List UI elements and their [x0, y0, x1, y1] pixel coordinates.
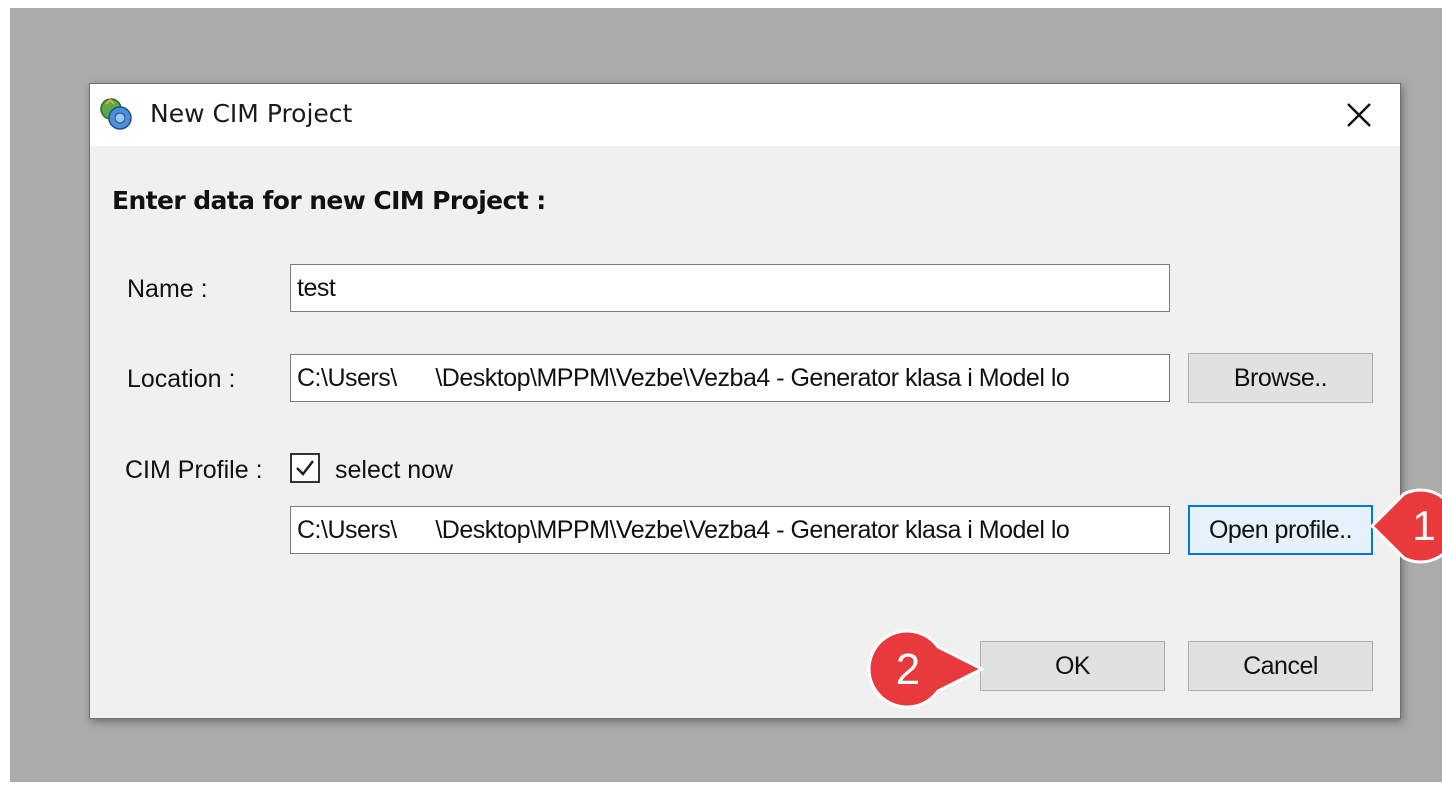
ok-button[interactable]: OK [980, 641, 1165, 691]
open-profile-button[interactable]: Open profile.. [1188, 505, 1373, 555]
close-icon [1347, 103, 1371, 127]
step-1-callout: 1 [1370, 488, 1442, 564]
cim-profile-label: CIM Profile : [125, 456, 263, 484]
title-bar: New CIM Project [90, 84, 1400, 146]
step-2-callout: 2 [867, 629, 984, 709]
browse-button[interactable]: Browse.. [1188, 353, 1373, 403]
checkmark-icon [296, 460, 314, 476]
step-2-number: 2 [896, 645, 920, 694]
new-cim-project-dialog: New CIM Project Enter data for new CIM P… [89, 83, 1401, 719]
name-input[interactable] [290, 264, 1170, 312]
cancel-button[interactable]: Cancel [1188, 641, 1373, 691]
dialog-title: New CIM Project [150, 99, 353, 128]
name-label: Name : [127, 275, 208, 303]
cim-project-icon [100, 98, 132, 130]
select-now-label: select now [335, 456, 454, 484]
location-label: Location : [127, 365, 236, 393]
form-heading: Enter data for new CIM Project : [112, 186, 546, 215]
location-input[interactable] [290, 354, 1170, 402]
cim-profile-input[interactable] [290, 506, 1170, 554]
select-now-checkbox[interactable] [290, 453, 320, 483]
close-button[interactable] [1336, 94, 1382, 136]
step-1-number: 1 [1412, 502, 1435, 549]
